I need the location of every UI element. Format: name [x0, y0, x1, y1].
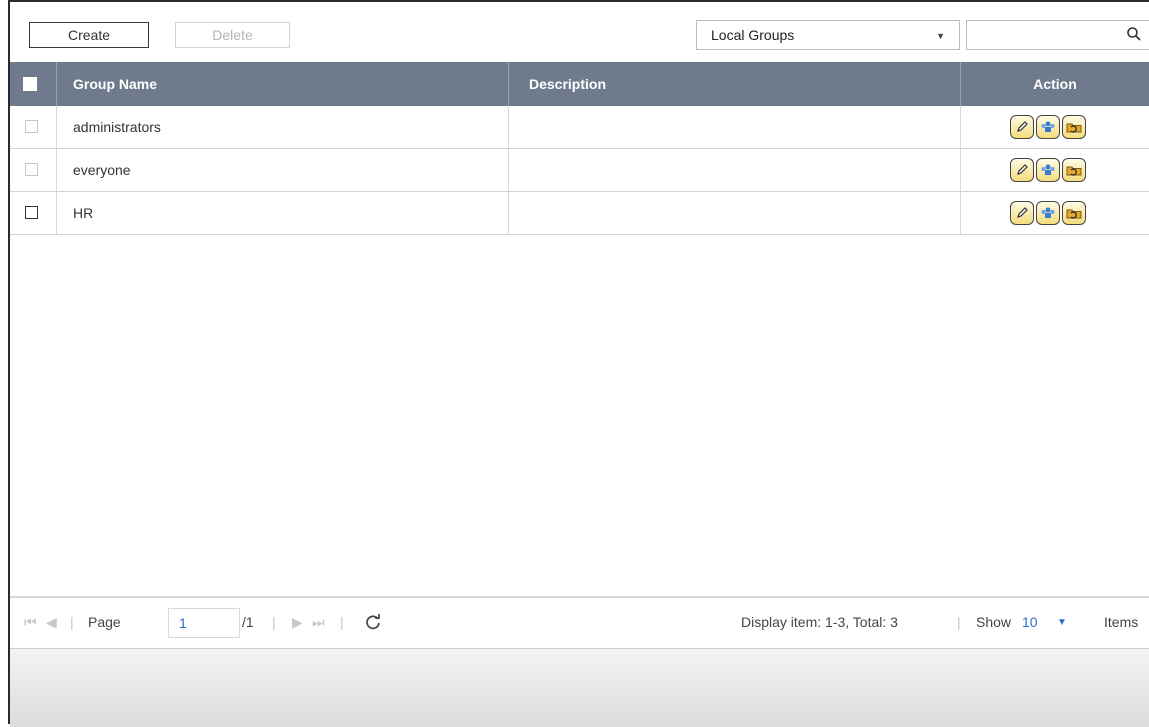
dropdown-arrow-icon: ▼ [936, 31, 945, 41]
description-cell [508, 192, 960, 234]
group-management-panel: Create Delete Local Groups ▼ Group Name … [8, 0, 1149, 724]
delete-button[interactable]: Delete [175, 22, 290, 48]
next-page-icon[interactable]: ▶ [292, 614, 303, 631]
group-name-cell: administrators [56, 106, 508, 148]
page-number-input[interactable]: 1 [168, 608, 240, 638]
refresh-icon[interactable] [364, 613, 382, 631]
edit-icon[interactable] [1010, 115, 1034, 139]
row-checkbox[interactable] [25, 206, 38, 219]
items-per-page-select[interactable]: 10 [1022, 614, 1038, 630]
bottom-bar [10, 648, 1149, 727]
table-row[interactable]: administrators [10, 106, 1149, 149]
divider: | [272, 614, 276, 630]
divider: | [340, 614, 344, 630]
prev-page-icon[interactable]: ◀ [46, 614, 57, 631]
folder-permission-icon[interactable] [1062, 158, 1086, 182]
items-per-page-dropdown-icon[interactable]: ▼ [1057, 617, 1067, 628]
column-group-name[interactable]: Group Name [56, 62, 508, 106]
first-page-icon[interactable]: ⏮ [24, 614, 37, 631]
show-label: Show [976, 614, 1011, 630]
row-checkbox[interactable] [25, 120, 38, 133]
row-checkbox[interactable] [25, 163, 38, 176]
group-users-icon[interactable] [1036, 201, 1060, 225]
description-cell [508, 149, 960, 191]
last-page-icon[interactable]: ⏭ [312, 614, 325, 631]
items-label: Items [1104, 614, 1138, 630]
group-name-cell: HR [56, 192, 508, 234]
folder-permission-icon[interactable] [1062, 115, 1086, 139]
table-header: Group Name Description Action [10, 62, 1149, 106]
folder-permission-icon[interactable] [1062, 201, 1086, 225]
description-cell [508, 106, 960, 148]
display-info: Display item: 1-3, Total: 3 [741, 614, 898, 630]
table-row[interactable]: HR [10, 192, 1149, 235]
row-actions [1010, 201, 1086, 225]
divider: | [957, 614, 961, 630]
pagination-bar: ⏮ ◀ | Page 1 /1 | ▶ ⏭ | Display item: 1-… [10, 596, 1149, 648]
select-all-checkbox[interactable] [23, 77, 37, 91]
search-icon[interactable] [1126, 26, 1142, 42]
group-users-icon[interactable] [1036, 115, 1060, 139]
row-actions [1010, 115, 1086, 139]
search-input[interactable] [966, 20, 1149, 50]
column-action: Action [960, 62, 1149, 106]
group-name-cell: everyone [56, 149, 508, 191]
edit-icon[interactable] [1010, 158, 1034, 182]
group-type-select[interactable]: Local Groups ▼ [696, 20, 960, 50]
row-actions [1010, 158, 1086, 182]
edit-icon[interactable] [1010, 201, 1034, 225]
group-users-icon[interactable] [1036, 158, 1060, 182]
total-pages: /1 [242, 614, 254, 630]
group-type-selected: Local Groups [711, 27, 794, 43]
divider: | [70, 614, 74, 630]
column-description[interactable]: Description [508, 62, 960, 106]
page-label: Page [88, 614, 121, 630]
create-button[interactable]: Create [29, 22, 149, 48]
table-row[interactable]: everyone [10, 149, 1149, 192]
